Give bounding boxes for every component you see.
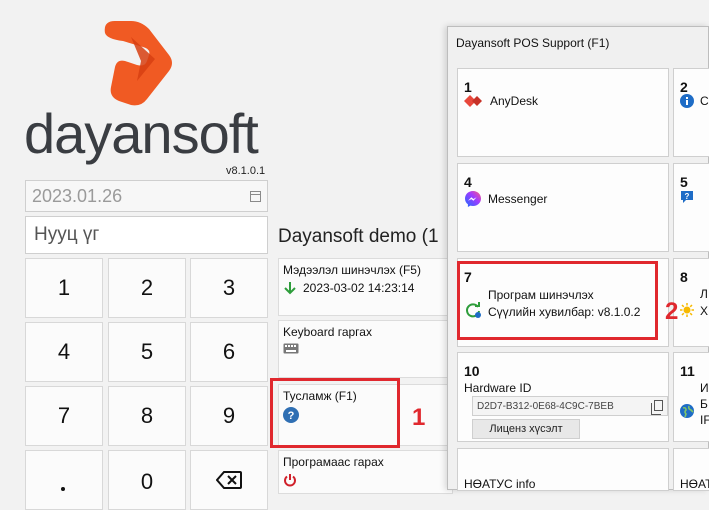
support-dialog: Dayansoft POS Support (F1) 1 AnyDesk 2 С… [447,26,709,491]
tile-number: 5 [680,174,688,190]
tile-label: Messenger [488,192,548,206]
sun-icon [680,302,694,317]
keypad-1-button[interactable]: 1 [25,258,103,318]
company-name: Dayansoft demo (1 [278,226,439,247]
power-icon [283,473,297,487]
keypad-5-button[interactable]: 5 [108,322,186,382]
dayansoft-logo-icon [97,15,177,107]
arrow-down-icon [283,281,297,295]
hardware-id-field[interactable]: D2D7-B312-0E68-4C9C-7BEB [472,396,668,416]
tile-messenger[interactable]: 4 Messenger [457,163,669,252]
tile-5[interactable]: 5 ? [673,163,709,252]
tile-hardware-id: 10 Hardware ID D2D7-B312-0E68-4C9C-7BEB … [457,352,669,442]
app-version: v8.1.0.1 [226,165,266,177]
tile-sublabel-2: IF [700,413,709,427]
keyboard-label: Keyboard гаргах [283,325,372,339]
globe-icon [680,404,694,418]
svg-text:?: ? [685,192,690,201]
dialog-title: Dayansoft POS Support (F1) [456,36,610,50]
brand-wordmark: dayansoft [24,102,259,165]
info-icon [680,94,694,108]
keypad-3-button[interactable]: 3 [190,258,268,318]
help-chat-icon: ? [680,190,694,204]
keyboard-icon [283,343,299,354]
tile-11[interactable]: 11 И Б IF [673,352,709,442]
tile-8[interactable]: 8 Л Х [673,258,709,347]
tile-label: Л [700,287,708,301]
tile-number: 10 [464,363,480,379]
keyboard-button[interactable]: Keyboard гаргах [278,320,453,378]
exit-button[interactable]: Програмаас гарах [278,450,453,494]
highlight-box-update [457,261,658,340]
tile-number: 8 [680,269,688,285]
license-request-button[interactable]: Лиценз хүсэлт [472,419,580,439]
calendar-icon[interactable] [250,191,261,202]
keypad-0-button[interactable]: 0 [108,450,186,510]
messenger-icon [464,190,482,208]
date-field[interactable]: 2023.01.26 [25,180,268,212]
keypad-6-button[interactable]: 6 [190,322,268,382]
keypad-dot-button[interactable] [25,450,103,510]
anydesk-icon [464,94,484,108]
keypad-2-button[interactable]: 2 [108,258,186,318]
tile-label: НӨАТУС info [464,477,536,491]
tile-number: 1 [464,79,472,95]
keypad-9-button[interactable]: 9 [190,386,268,446]
tile-sublabel: Х [700,304,709,318]
password-input[interactable] [32,223,261,247]
tile-number: 4 [464,174,472,190]
tile-vat-info[interactable]: НӨАТУС info [457,448,669,491]
update-timestamp: 2023-03-02 14:23:14 [303,281,415,295]
tile-2[interactable]: 2 С [673,68,709,157]
tile-number: 2 [680,79,688,95]
backspace-icon [216,471,242,489]
highlight-box-help [270,378,400,448]
tile-label: AnyDesk [490,94,539,108]
date-value: 2023.01.26 [32,185,123,206]
copy-icon[interactable] [651,400,663,415]
tile-sublabel: Б [700,397,708,411]
tile-label: НӨАТ [680,477,709,491]
backspace-button[interactable] [190,450,268,510]
update-data-button[interactable]: Мэдээлэл шинэчлэх (F5) 2023-03-02 14:23:… [278,258,453,316]
password-field[interactable] [25,216,268,254]
tile-number: 11 [680,363,695,379]
keypad-7-button[interactable]: 7 [25,386,103,446]
tile-label: И [700,381,709,395]
tile-anydesk[interactable]: 1 AnyDesk [457,68,669,157]
hardware-id-value: D2D7-B312-0E68-4C9C-7BEB [477,400,614,412]
hardware-id-label: Hardware ID [464,381,532,395]
annotation-number-1: 1 [412,404,426,431]
keypad-4-button[interactable]: 4 [25,322,103,382]
annotation-number-2: 2 [665,298,679,325]
exit-label: Програмаас гарах [283,455,384,469]
update-data-label: Мэдээлэл шинэчлэх (F5) [283,263,421,277]
tile-vat[interactable]: НӨАТ [673,448,709,491]
keypad-8-button[interactable]: 8 [108,386,186,446]
tile-label: С [700,94,709,108]
